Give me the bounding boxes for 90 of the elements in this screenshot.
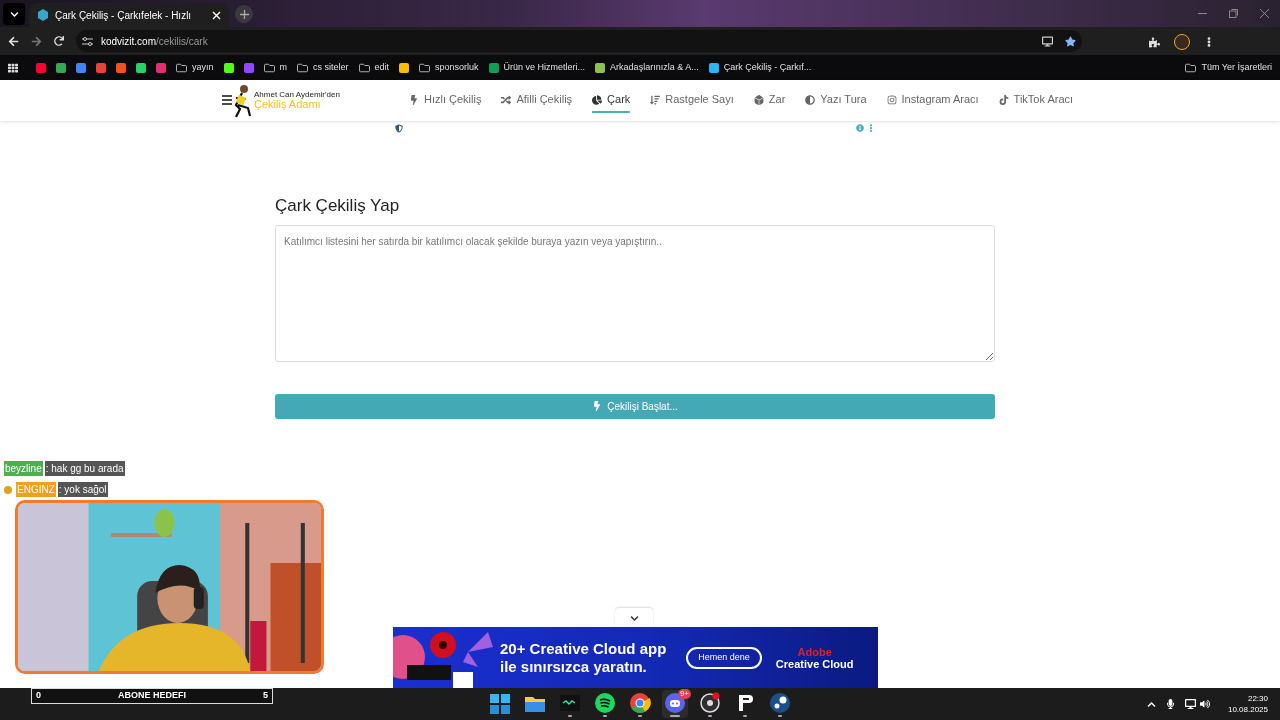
nav-link[interactable]: TikTok Aracı bbox=[998, 88, 1074, 113]
brand-name: Adobe bbox=[797, 645, 832, 658]
folder-icon bbox=[1185, 62, 1197, 73]
chat-username: beyzline bbox=[4, 461, 43, 476]
logo-tagline: Ahmet Can Aydemir'den bbox=[254, 91, 340, 99]
all-bookmarks-link[interactable]: Tüm Yer İşaretleri bbox=[1185, 60, 1272, 75]
nav-link[interactable]: Hızlı Çekiliş bbox=[409, 88, 482, 113]
running-indicator bbox=[670, 714, 680, 717]
participants-field[interactable]: Katılımcı listesini her satırda bir katılımcı olacak şekilde buraya yazın veya yapıştırın.. bbox=[275, 224, 995, 362]
bookmark-link[interactable]: yayın bbox=[176, 60, 214, 75]
running-indicator bbox=[568, 714, 572, 717]
goal-end: 5 bbox=[262, 689, 268, 703]
bookmark-icon[interactable] bbox=[136, 62, 146, 73]
shuffle-icon bbox=[501, 94, 512, 105]
bolt-icon bbox=[592, 401, 603, 411]
page-heading: Çark Çekiliş Yap bbox=[275, 195, 401, 217]
tab-title: Çark Çekiliş - Çarkıfelek - Hızlı bbox=[55, 8, 193, 23]
ad-headline: ile sınırsızca yaratın. bbox=[500, 657, 648, 676]
running-indicator bbox=[603, 714, 607, 717]
chevron-up-icon[interactable] bbox=[1146, 699, 1156, 709]
url-text: kodvizit.com/cekilis/cark bbox=[101, 34, 208, 49]
chevron-icon bbox=[9, 9, 19, 19]
logo-title: Çekiliş Adamı bbox=[254, 99, 321, 110]
pie-chart-icon bbox=[592, 94, 603, 105]
folder-icon bbox=[419, 62, 431, 73]
info-icon[interactable] bbox=[856, 124, 864, 132]
bookmark-icon[interactable] bbox=[56, 62, 66, 73]
nav-link[interactable]: Afilli Çekiliş bbox=[501, 88, 573, 113]
apps-icon[interactable] bbox=[8, 62, 18, 73]
address-field[interactable]: kodvizit.com/cekilis/cark bbox=[76, 30, 1082, 52]
nav-link[interactable]: Zar bbox=[753, 88, 786, 113]
hexagon-icon bbox=[37, 9, 49, 21]
badge-icon bbox=[4, 485, 12, 494]
browser-tab[interactable]: Çark Çekiliş - Çarkıfelek - Hızlı bbox=[29, 3, 229, 27]
folder-icon bbox=[263, 62, 275, 73]
tiktok-icon bbox=[998, 94, 1009, 105]
folder-icon bbox=[358, 62, 370, 73]
taskbar-app[interactable]: 9+ bbox=[662, 690, 688, 718]
dice-icon bbox=[753, 94, 764, 105]
running-indicator bbox=[638, 714, 642, 717]
nav-link[interactable]: Yazı Tura bbox=[805, 88, 867, 113]
bookmark-link[interactable]: sponsorluk bbox=[419, 60, 479, 75]
bookmark-link[interactable]: cs siteler bbox=[297, 60, 349, 75]
running-indicator bbox=[778, 714, 782, 717]
sort-icon bbox=[650, 94, 661, 105]
install-icon[interactable] bbox=[1042, 35, 1053, 47]
star-icon[interactable] bbox=[1065, 35, 1076, 47]
bookmark-icon[interactable] bbox=[399, 62, 410, 73]
tune-icon bbox=[82, 35, 93, 47]
running-indicator bbox=[708, 714, 712, 717]
bookmark-link[interactable]: Ürün ve Hizmetleri... bbox=[488, 60, 586, 75]
goal-start: 0 bbox=[36, 689, 41, 703]
clock-time[interactable]: 22:30 bbox=[1247, 693, 1268, 704]
chat-text: : hak gg bu arada bbox=[44, 461, 125, 476]
product-name: Creative Cloud bbox=[775, 657, 854, 670]
nav-link[interactable]: Instagram Aracı bbox=[886, 88, 979, 113]
display-icon[interactable] bbox=[1184, 699, 1196, 709]
chat-text: : yok sağol bbox=[57, 482, 108, 497]
ad-headline: 20+ Creative Cloud app bbox=[500, 639, 667, 658]
running-indicator bbox=[743, 714, 747, 717]
close-icon[interactable] bbox=[212, 10, 221, 20]
site-logo[interactable]: Ahmet Can Aydemir'den Çekiliş Adamı bbox=[222, 83, 392, 118]
goal-label: ABONE HEDEFI bbox=[118, 689, 186, 703]
tab-search-button[interactable] bbox=[3, 3, 25, 25]
nav-link[interactable]: Çark bbox=[592, 88, 631, 113]
bookmark-link[interactable]: m bbox=[263, 60, 287, 75]
ad-choice-icon[interactable] bbox=[395, 124, 403, 133]
microphone-icon[interactable] bbox=[1165, 699, 1175, 709]
back-icon[interactable] bbox=[8, 35, 19, 47]
bookmark-link[interactable]: Çark Çekiliş - Çarkıf... bbox=[708, 60, 812, 75]
chevron-icon bbox=[629, 613, 639, 623]
bookmark-link[interactable]: edit bbox=[358, 60, 390, 75]
folder-icon bbox=[176, 62, 187, 73]
bolt-icon bbox=[409, 94, 419, 105]
reload-icon[interactable] bbox=[54, 36, 64, 46]
speaker-icon[interactable] bbox=[1199, 699, 1210, 709]
instagram-icon bbox=[886, 94, 897, 105]
nav-link[interactable]: Rastgele Sayı bbox=[650, 88, 734, 113]
ad-banner[interactable]: 20+ Creative Cloud app ile sınırsızca yaratın. Hemen dene Adobe Creative Cloud bbox=[393, 627, 878, 688]
ad-cta-button[interactable]: Hemen dene bbox=[686, 646, 762, 669]
collapse-tab[interactable] bbox=[615, 608, 653, 628]
forward-icon[interactable] bbox=[31, 35, 42, 47]
extensions-icon[interactable] bbox=[1149, 36, 1160, 48]
folder-icon bbox=[297, 62, 308, 73]
clock-date[interactable]: 10.08.2025 bbox=[1227, 704, 1268, 715]
bookmark-link[interactable]: Arkadaşlarınızla & A... bbox=[595, 60, 699, 75]
new-tab-icon[interactable] bbox=[235, 5, 253, 23]
bookmark-icon[interactable] bbox=[223, 62, 234, 73]
chat-username: ENGINZ bbox=[16, 482, 56, 497]
notification-badge: 9+ bbox=[677, 689, 691, 699]
